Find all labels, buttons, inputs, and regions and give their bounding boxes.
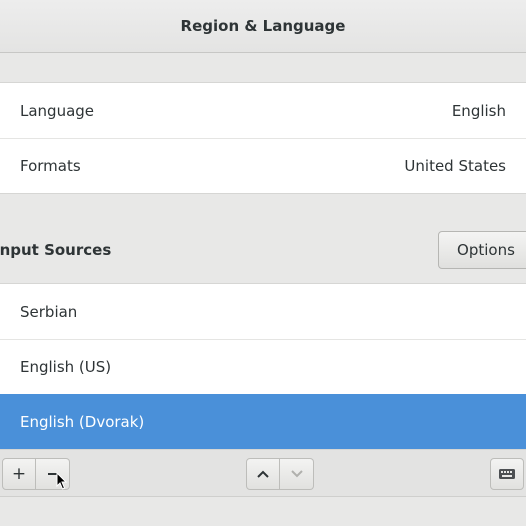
add-input-source-button[interactable]: + — [2, 458, 36, 490]
plus-icon: + — [11, 464, 27, 484]
input-source-item-selected[interactable]: English (Dvorak) — [0, 394, 526, 449]
mouse-pointer-icon — [56, 472, 68, 490]
formats-label: Formats — [20, 157, 81, 175]
language-row[interactable]: Language English — [0, 83, 526, 138]
input-source-label: English (US) — [20, 358, 112, 376]
input-sources-list: Serbian English (US) English (Dvorak) — [0, 283, 526, 450]
language-value: English — [451, 101, 506, 120]
move-down-button[interactable] — [280, 458, 314, 490]
header-bar: Region & Language — [0, 0, 526, 53]
chevron-down-icon — [290, 470, 303, 478]
options-button[interactable]: Options — [438, 231, 526, 269]
input-sources-toolbar: + — [0, 450, 526, 497]
region-list: Language English Formats United States — [0, 82, 526, 194]
input-sources-header: Input Sources Options — [0, 228, 526, 272]
formats-value: United States — [404, 157, 506, 175]
settings-window: Region & Language Language English Forma… — [0, 0, 526, 526]
move-up-button[interactable] — [246, 458, 280, 490]
spacer — [0, 53, 526, 81]
input-source-label: English (Dvorak) — [20, 413, 145, 431]
formats-row[interactable]: Formats United States — [0, 138, 526, 193]
input-sources-title: Input Sources — [0, 241, 112, 259]
keyboard-icon — [499, 469, 515, 479]
window-bottom — [0, 497, 526, 526]
window-title: Region & Language — [180, 17, 346, 35]
input-source-label: Serbian — [20, 302, 78, 321]
language-label: Language — [20, 101, 95, 120]
input-source-item[interactable]: Serbian — [0, 284, 526, 339]
chevron-up-icon — [257, 470, 269, 478]
show-keyboard-layout-button[interactable] — [490, 458, 524, 490]
input-source-item[interactable]: English (US) — [0, 339, 526, 394]
